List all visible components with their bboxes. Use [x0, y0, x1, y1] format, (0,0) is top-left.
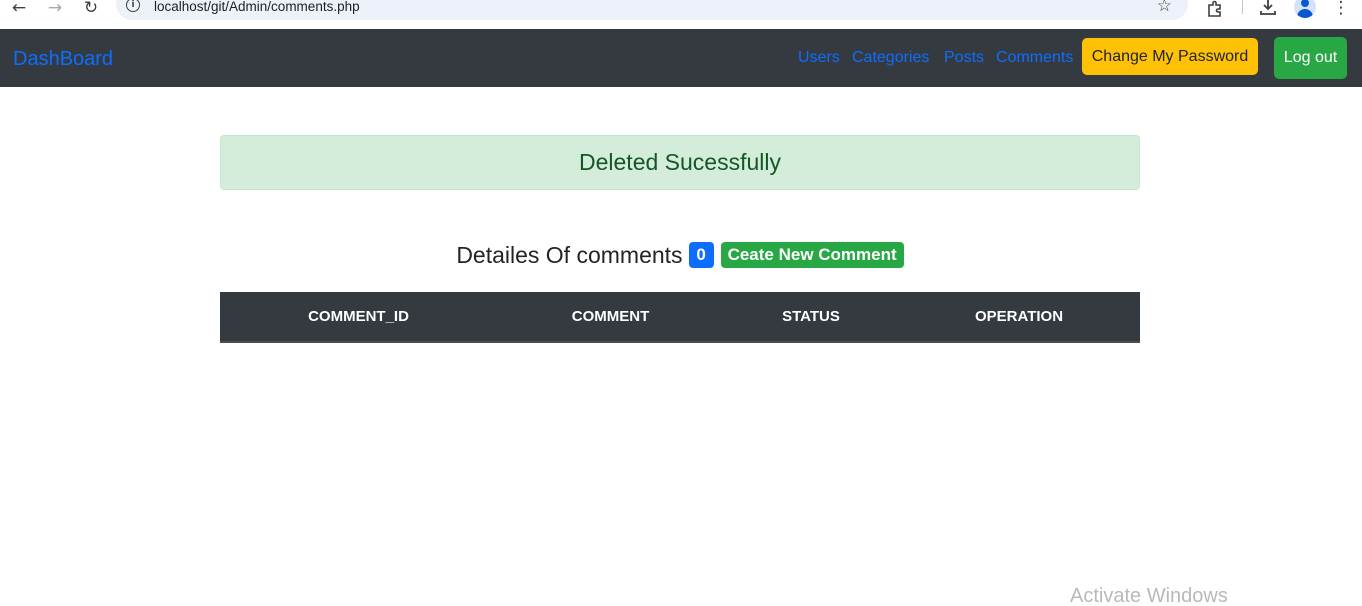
column-header-comment: COMMENT: [497, 292, 724, 343]
column-header-status: STATUS: [724, 292, 898, 343]
url-text[interactable]: localhost/git/Admin/comments.php: [154, 0, 360, 14]
nav-link-categories[interactable]: Categories: [852, 49, 929, 67]
comments-table: COMMENT_ID COMMENT STATUS OPERATION: [220, 292, 1140, 343]
alert-message: Deleted Sucessfully: [579, 149, 781, 175]
activate-windows-watermark: Activate Windows: [1070, 585, 1228, 606]
nav-link-comments[interactable]: Comments: [996, 49, 1073, 67]
more-menu-icon[interactable]: ⋮: [1331, 0, 1351, 18]
profile-avatar-icon[interactable]: [1294, 0, 1316, 18]
page-title: Detailes Of comments: [456, 241, 683, 268]
reload-icon[interactable]: ↻: [81, 0, 101, 18]
brand-link[interactable]: DashBoard: [13, 48, 113, 71]
create-comment-button[interactable]: Ceate New Comment: [720, 242, 904, 268]
nav-link-users[interactable]: Users: [798, 49, 840, 67]
success-alert: Deleted Sucessfully: [220, 135, 1140, 190]
bookmark-star-icon[interactable]: ☆: [1157, 0, 1172, 16]
column-header-operation: OPERATION: [898, 292, 1140, 343]
logout-button[interactable]: Log out: [1274, 37, 1347, 79]
extensions-icon[interactable]: [1205, 0, 1225, 18]
table-header-row: COMMENT_ID COMMENT STATUS OPERATION: [220, 292, 1140, 343]
count-badge: 0: [688, 242, 714, 268]
comments-heading: Detailes Of comments 0 Ceate New Comment: [220, 239, 1140, 271]
address-bar[interactable]: i localhost/git/Admin/comments.php ☆: [116, 0, 1188, 20]
nav-link-posts[interactable]: Posts: [944, 49, 984, 67]
site-info-icon[interactable]: i: [126, 0, 140, 12]
back-arrow-icon[interactable]: ←: [9, 0, 29, 18]
download-icon[interactable]: [1258, 0, 1278, 18]
column-header-comment-id: COMMENT_ID: [220, 292, 497, 343]
change-password-button[interactable]: Change My Password: [1082, 38, 1258, 75]
browser-toolbar: ← → ↻ i localhost/git/Admin/comments.php…: [0, 0, 1362, 29]
forward-arrow-icon[interactable]: →: [45, 0, 65, 18]
top-navbar: DashBoard Users Categories Posts Comment…: [0, 29, 1362, 87]
toolbar-divider: [1242, 0, 1243, 14]
